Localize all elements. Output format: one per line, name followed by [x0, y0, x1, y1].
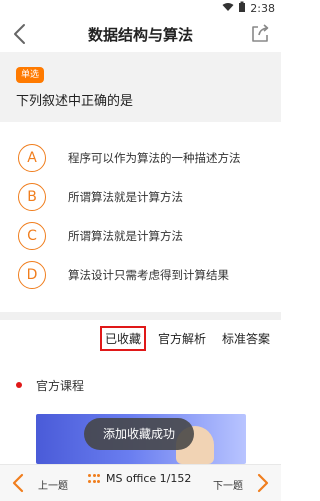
section-divider — [0, 312, 281, 320]
option-d[interactable]: D 算法设计只需考虑得到计算结果 — [18, 261, 273, 291]
share-button[interactable] — [249, 22, 271, 44]
official-course-section: 官方课程 — [0, 370, 281, 398]
status-right: 2:38 — [222, 1, 275, 16]
chevron-right-icon — [257, 473, 269, 493]
battery-icon — [238, 1, 246, 16]
option-letter: A — [18, 144, 46, 172]
bottom-nav-bar: 上一题 MS office 1/152 下一题 — [0, 464, 281, 501]
status-bar: 2:38 — [0, 0, 281, 16]
answer-tabs: 已收藏 官方解析 标准答案 — [0, 320, 281, 356]
option-text: 算法设计只需考虑得到计算结果 — [68, 268, 229, 282]
status-time: 2:38 — [250, 2, 275, 15]
toast-message: 添加收藏成功 — [84, 418, 194, 450]
question-text: 下列叙述中正确的是 — [16, 94, 134, 109]
wifi-icon — [222, 2, 234, 15]
prev-label: 上一题 — [38, 481, 68, 492]
progress-text: MS office 1/152 — [106, 472, 192, 485]
option-a[interactable]: A 程序可以作为算法的一种描述方法 — [18, 144, 273, 174]
option-b[interactable]: B 所谓算法就是计算方法 — [18, 183, 273, 213]
next-label: 下一题 — [213, 481, 243, 492]
app-header: 数据结构与算法 — [0, 16, 281, 52]
question-progress[interactable]: MS office 1/152 — [88, 472, 191, 485]
option-text: 所谓算法就是计算方法 — [68, 190, 183, 204]
prev-question-button[interactable]: 上一题 — [10, 471, 80, 495]
option-c[interactable]: C 所谓算法就是计算方法 — [18, 222, 273, 252]
question-box: 单选 下列叙述中正确的是 — [0, 52, 281, 122]
favorited-button[interactable]: 已收藏 — [100, 326, 147, 351]
section-title: 官方课程 — [36, 379, 85, 393]
tab-official-analysis[interactable]: 官方解析 — [158, 330, 206, 347]
bullet-dot — [16, 382, 22, 388]
option-letter: B — [18, 183, 46, 211]
tab-standard-answer[interactable]: 标准答案 — [222, 330, 270, 347]
grid-dots-icon — [88, 473, 100, 484]
option-letter: C — [18, 222, 46, 250]
option-text: 所谓算法就是计算方法 — [68, 229, 183, 243]
question-type-badge: 单选 — [16, 67, 45, 83]
share-icon — [252, 24, 269, 42]
next-question-button[interactable]: 下一题 — [201, 471, 271, 495]
option-text: 程序可以作为算法的一种描述方法 — [68, 151, 241, 165]
page-title: 数据结构与算法 — [87, 26, 193, 44]
chevron-left-icon — [12, 473, 24, 493]
option-letter: D — [18, 261, 46, 289]
